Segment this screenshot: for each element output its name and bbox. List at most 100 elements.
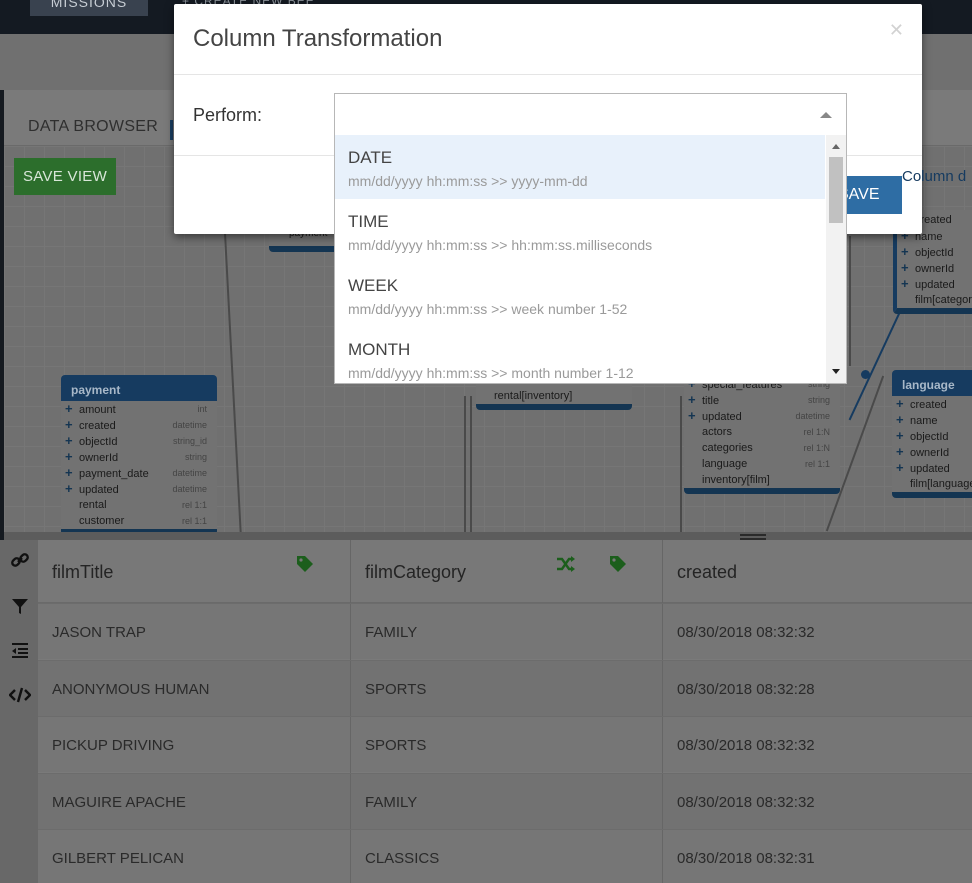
connector-node[interactable] — [861, 370, 870, 379]
field-name: rental — [79, 499, 107, 511]
column-link[interactable]: Column d — [902, 168, 966, 185]
field-name: film[category] — [915, 294, 972, 306]
close-icon[interactable]: ✕ — [889, 20, 904, 41]
scrollbar-thumb[interactable] — [829, 157, 843, 223]
column-header-filmcategory[interactable]: filmCategory — [351, 540, 663, 603]
plus-icon[interactable]: + — [896, 412, 910, 428]
code-icon[interactable] — [8, 685, 32, 709]
entity-payment[interactable]: payment + amount int + created datetime + objec… — [61, 375, 217, 532]
outdent-icon[interactable] — [8, 640, 32, 664]
grid-header: filmTitle filmCategory created — [38, 540, 972, 603]
table-cell[interactable]: FAMILY — [351, 773, 663, 830]
plus-icon[interactable]: + — [65, 433, 79, 449]
dropdown-option[interactable]: DATE mm/dd/yyyy hh:mm:ss >> yyyy-mm-dd — [335, 135, 825, 199]
dropdown-scrollbar[interactable] — [826, 135, 846, 383]
filter-icon[interactable] — [8, 596, 32, 620]
field-type: datetime — [172, 484, 207, 494]
dropdown-option[interactable]: MONTH mm/dd/yyyy hh:mm:ss >> month number… — [335, 327, 825, 383]
entity-title: language — [892, 370, 972, 396]
field-type: datetime — [172, 420, 207, 430]
entity-field: + amount int — [61, 401, 217, 417]
table-cell[interactable]: ANONYMOUS HUMAN — [38, 660, 351, 717]
entity-title: payment — [61, 375, 217, 401]
column-header-filmtitle[interactable]: filmTitle — [38, 540, 351, 603]
scroll-down-icon[interactable] — [832, 369, 840, 374]
field-name: film[language] — [910, 478, 972, 490]
entity-field: + updated — [892, 460, 972, 476]
table-cell[interactable]: 08/30/2018 08:32:31 — [663, 830, 972, 883]
plus-icon[interactable]: + — [901, 260, 915, 276]
tag-icon[interactable] — [296, 555, 314, 578]
field-name: objectId — [79, 436, 118, 448]
field-type: rel 1:N — [803, 443, 830, 453]
data-grid: filmTitle filmCategory created JASON TRA… — [38, 540, 972, 883]
save-view-button[interactable]: SAVE VIEW — [14, 158, 116, 195]
plus-icon[interactable]: + — [65, 401, 79, 417]
dropdown-option[interactable]: WEEK mm/dd/yyyy hh:mm:ss >> week number 1… — [335, 263, 825, 327]
table-row[interactable]: ANONYMOUS HUMAN SPORTS 08/30/2018 08:32:28 — [38, 659, 972, 717]
entity-field: + created datetime — [61, 417, 217, 433]
option-title: WEEK — [348, 276, 399, 295]
column-header-label: filmCategory — [365, 562, 467, 582]
entity-field: rental rel 1:1 — [61, 497, 217, 513]
field-name: title — [702, 395, 720, 407]
tab-data-browser[interactable]: DATA BROWSER — [28, 118, 158, 136]
dropdown-option[interactable]: TIME mm/dd/yyyy hh:mm:ss >> hh:mm:ss.mill… — [335, 199, 825, 263]
table-cell[interactable]: GILBERT PELICAN — [38, 830, 351, 883]
option-title: MONTH — [348, 340, 411, 359]
column-header-created[interactable]: created — [663, 540, 972, 603]
table-row[interactable]: JASON TRAP FAMILY 08/30/2018 08:32:32 — [38, 603, 972, 660]
table-cell[interactable]: 08/30/2018 08:32:32 — [663, 774, 972, 830]
table-cell[interactable]: 08/30/2018 08:32:32 — [663, 717, 972, 773]
field-name: amount — [79, 404, 116, 416]
plus-icon[interactable]: + — [688, 408, 702, 424]
tag-icon[interactable] — [609, 555, 627, 578]
relation-line — [680, 396, 682, 532]
field-type: datetime — [795, 411, 830, 421]
table-cell[interactable]: MAGUIRE APACHE — [38, 773, 351, 830]
perform-dropdown-list: DATE mm/dd/yyyy hh:mm:ss >> yyyy-mm-dd TIM… — [334, 135, 847, 384]
plus-icon[interactable]: + — [65, 465, 79, 481]
plus-icon[interactable]: + — [65, 481, 79, 497]
entity-film[interactable]: +special_featuresstring+titlestring+upda… — [684, 376, 840, 494]
entity-inventory[interactable]: rental[inventory] — [476, 384, 632, 410]
chevron-up-icon[interactable] — [820, 112, 832, 118]
plus-icon[interactable]: + — [896, 444, 910, 460]
table-cell[interactable]: CLASSICS — [351, 830, 663, 883]
entity-language[interactable]: language + created + name + objectId + ownerId +… — [892, 370, 972, 498]
plus-icon[interactable]: + — [896, 460, 910, 476]
table-cell[interactable]: 08/30/2018 08:32:32 — [663, 604, 972, 660]
column-header-label: filmTitle — [52, 562, 114, 582]
plus-icon[interactable]: + — [901, 276, 915, 292]
field-name: payment_date — [79, 468, 149, 480]
missions-nav-button[interactable]: MISSIONS — [30, 0, 148, 16]
link-icon[interactable] — [8, 550, 32, 574]
plus-icon[interactable]: + — [901, 244, 915, 260]
table-cell[interactable]: SPORTS — [351, 660, 663, 717]
table-row[interactable]: GILBERT PELICAN CLASSICS 08/30/2018 08:32:… — [38, 829, 972, 883]
modal-title: Column Transformation — [174, 4, 922, 75]
table-cell[interactable]: FAMILY — [351, 604, 663, 660]
perform-select[interactable] — [334, 93, 847, 136]
shuffle-icon[interactable] — [556, 555, 576, 578]
table-cell[interactable]: JASON TRAP — [38, 604, 351, 660]
field-name: ownerId — [910, 447, 950, 459]
plus-icon[interactable]: + — [65, 417, 79, 433]
field-name: updated — [702, 411, 742, 423]
field-name: objectId — [915, 247, 954, 259]
option-format: mm/dd/yyyy hh:mm:ss >> month number 1-12 — [348, 365, 634, 381]
table-row[interactable]: MAGUIRE APACHE FAMILY 08/30/2018 08:32:32 — [38, 772, 972, 830]
table-row[interactable]: PICKUP DRIVING SPORTS 08/30/2018 08:32:32 — [38, 716, 972, 773]
plus-icon[interactable]: + — [688, 392, 702, 408]
field-type: string — [807, 395, 830, 405]
plus-icon[interactable]: + — [896, 396, 910, 412]
table-cell[interactable]: PICKUP DRIVING — [38, 717, 351, 773]
option-format: mm/dd/yyyy hh:mm:ss >> yyyy-mm-dd — [348, 173, 588, 189]
entity-field: customer rel 1:1 — [61, 513, 217, 529]
scroll-up-icon[interactable] — [832, 144, 840, 149]
entity-field: + created — [892, 396, 972, 412]
table-cell[interactable]: SPORTS — [351, 717, 663, 773]
plus-icon[interactable]: + — [896, 428, 910, 444]
table-cell[interactable]: 08/30/2018 08:32:28 — [663, 661, 972, 717]
plus-icon[interactable]: + — [65, 449, 79, 465]
